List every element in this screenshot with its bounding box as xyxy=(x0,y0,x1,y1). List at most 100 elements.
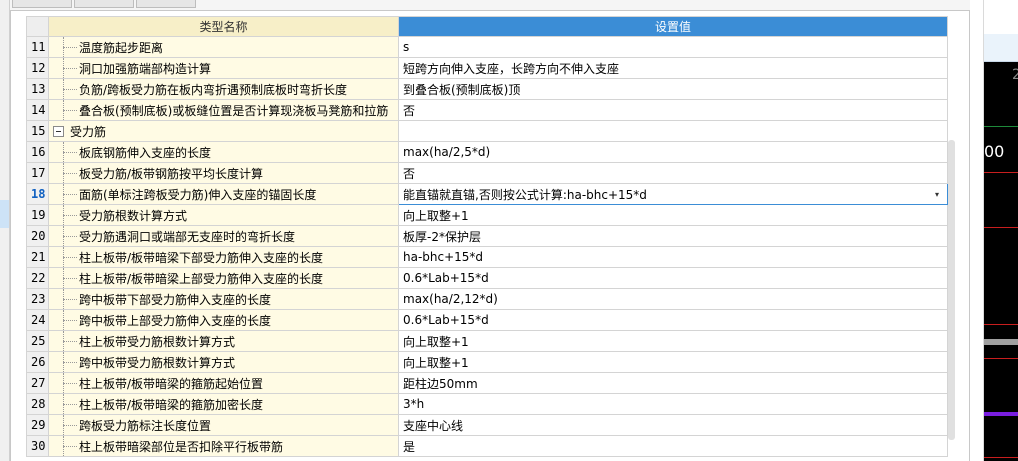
row-name-cell[interactable]: 跨中板带上部受力筋伸入支座的长度 xyxy=(48,309,399,331)
vertical-scrollbar[interactable] xyxy=(948,140,955,440)
table-row[interactable]: 27 柱上板带/板带暗梁的箍筋起始位置 距柱边50mm xyxy=(26,372,948,394)
table-row[interactable]: 12 洞口加强筋端部构造计算 短跨方向伸入支座，长跨方向不伸入支座 xyxy=(26,57,948,79)
setting-value: 距柱边50mm xyxy=(403,376,478,391)
setting-value-select[interactable]: 能直锚就直锚,否则按公式计算:ha-bhc+15*d xyxy=(403,186,647,203)
row-name-cell[interactable]: 跨中板带受力筋根数计算方式 xyxy=(48,351,399,373)
tree-connector xyxy=(50,142,80,162)
table-row[interactable]: 19 受力筋根数计算方式 向上取整+1 xyxy=(26,204,948,226)
canvas-line xyxy=(984,324,1018,325)
row-name-cell[interactable]: 柱上板带受力筋根数计算方式 xyxy=(48,330,399,352)
drawing-canvas[interactable]: 2 00 xyxy=(984,62,1018,461)
row-name-cell[interactable]: 受力筋 xyxy=(48,120,399,142)
table-row[interactable]: 28 柱上板带/板带暗梁的箍筋加密长度 3*h xyxy=(26,393,948,415)
row-value-cell[interactable] xyxy=(398,120,948,142)
setting-value: 0.6*Lab+15*d xyxy=(403,271,489,285)
table-row[interactable]: 20 受力筋遇洞口或端部无支座时的弯折长度 板厚-2*保护层 xyxy=(26,225,948,247)
table-row[interactable]: 21 柱上板带/板带暗梁下部受力筋伸入支座的长度 ha-bhc+15*d xyxy=(26,246,948,268)
row-name-cell[interactable]: 受力筋遇洞口或端部无支座时的弯折长度 xyxy=(48,225,399,247)
table-row[interactable]: 16 板底钢筋伸入支座的长度 max(ha/2,5*d) xyxy=(26,141,948,163)
row-value-cell[interactable]: 否 xyxy=(398,162,948,184)
table-row[interactable]: 11 温度筋起步距离 s xyxy=(26,36,948,58)
setting-label: 洞口加强筋端部构造计算 xyxy=(79,61,212,76)
row-name-cell[interactable]: 柱上板带/板带暗梁下部受力筋伸入支座的长度 xyxy=(48,246,399,268)
row-name-cell[interactable]: 受力筋根数计算方式 xyxy=(48,204,399,226)
table-row[interactable]: 17 板受力筋/板带钢筋按平均长度计算 否 xyxy=(26,162,948,184)
row-value-cell[interactable]: max(ha/2,5*d) xyxy=(398,141,948,163)
row-name-cell[interactable]: 柱上板带/板带暗梁上部受力筋伸入支座的长度 xyxy=(48,267,399,289)
tab-2[interactable] xyxy=(74,0,134,8)
table-row[interactable]: 18 面筋(单标注跨板受力筋)伸入支座的锚固长度 能直锚就直锚,否则按公式计算:ha… xyxy=(26,183,948,205)
row-value-cell[interactable]: 距柱边50mm xyxy=(398,372,948,394)
setting-value: s xyxy=(403,40,410,54)
setting-label: 叠合板(预制底板)或板缝位置是否计算现浇板马凳筋和拉筋 xyxy=(79,103,389,118)
canvas-side-label: 00 xyxy=(984,142,1005,161)
table-row[interactable]: 23 跨中板带下部受力筋伸入支座的长度 max(ha/2,12*d) xyxy=(26,288,948,310)
tree-connector xyxy=(50,184,80,204)
table-row[interactable]: 13 负筋/跨板受力筋在板内弯折遇预制底板时弯折长度 到叠合板(预制底板)顶 xyxy=(26,78,948,100)
row-number: 19 xyxy=(26,204,49,226)
table-row[interactable]: 26 跨中板带受力筋根数计算方式 向上取整+1 xyxy=(26,351,948,373)
row-value-cell[interactable]: 向上取整+1 xyxy=(398,204,948,226)
tree-connector xyxy=(50,352,80,372)
setting-value: 到叠合板(预制底板)顶 xyxy=(403,82,521,97)
row-name-cell[interactable]: 板受力筋/板带钢筋按平均长度计算 xyxy=(48,162,399,184)
row-number: 11 xyxy=(26,36,49,58)
header-value-cell[interactable]: 设置值 xyxy=(398,16,948,37)
setting-label: 负筋/跨板受力筋在板内弯折遇预制底板时弯折长度 xyxy=(79,82,348,97)
canvas-line xyxy=(984,172,1018,173)
table-row[interactable]: 30 柱上板带暗梁部位是否扣除平行板带筋 是 xyxy=(26,435,948,457)
header-index-cell xyxy=(26,16,49,37)
row-value-cell[interactable]: 到叠合板(预制底板)顶 xyxy=(398,78,948,100)
row-name-cell[interactable]: 跨板受力筋标注长度位置 xyxy=(48,414,399,436)
row-value-cell[interactable]: 短跨方向伸入支座，长跨方向不伸入支座 xyxy=(398,57,948,79)
setting-label: 跨板受力筋标注长度位置 xyxy=(79,418,212,433)
row-number: 14 xyxy=(26,99,49,121)
setting-value: 3*h xyxy=(403,397,425,411)
tree-connector xyxy=(50,436,80,456)
row-value-cell[interactable]: 是 xyxy=(398,435,948,457)
table-row[interactable]: 25 柱上板带受力筋根数计算方式 向上取整+1 xyxy=(26,330,948,352)
chevron-down-icon[interactable]: ▾ xyxy=(935,190,939,199)
canvas-line xyxy=(984,227,1018,228)
row-value-cell[interactable]: 否 xyxy=(398,99,948,121)
row-name-cell[interactable]: 负筋/跨板受力筋在板内弯折遇预制底板时弯折长度 xyxy=(48,78,399,100)
row-value-cell[interactable]: 能直锚就直锚,否则按公式计算:ha-bhc+15*d ▾ xyxy=(398,183,948,205)
row-name-cell[interactable]: 柱上板带/板带暗梁的箍筋起始位置 xyxy=(48,372,399,394)
row-number: 21 xyxy=(26,246,49,268)
row-value-cell[interactable]: 向上取整+1 xyxy=(398,330,948,352)
setting-label: 面筋(单标注跨板受力筋)伸入支座的锚固长度 xyxy=(79,187,317,202)
row-name-cell[interactable]: 温度筋起步距离 xyxy=(48,36,399,58)
collapse-icon[interactable] xyxy=(53,125,64,137)
row-name-cell[interactable]: 面筋(单标注跨板受力筋)伸入支座的锚固长度 xyxy=(48,183,399,205)
row-value-cell[interactable]: ha-bhc+15*d xyxy=(398,246,948,268)
row-name-cell[interactable]: 叠合板(预制底板)或板缝位置是否计算现浇板马凳筋和拉筋 xyxy=(48,99,399,121)
row-name-cell[interactable]: 柱上板带暗梁部位是否扣除平行板带筋 xyxy=(48,435,399,457)
row-value-cell[interactable]: 0.6*Lab+15*d xyxy=(398,267,948,289)
row-value-cell[interactable]: 3*h xyxy=(398,393,948,415)
row-name-cell[interactable]: 柱上板带/板带暗梁的箍筋加密长度 xyxy=(48,393,399,415)
row-value-cell[interactable]: max(ha/2,12*d) xyxy=(398,288,948,310)
row-value-cell[interactable]: 向上取整+1 xyxy=(398,351,948,373)
row-number: 16 xyxy=(26,141,49,163)
tab-3[interactable] xyxy=(136,0,196,8)
setting-label: 柱上板带/板带暗梁的箍筋起始位置 xyxy=(79,376,264,391)
row-value-cell[interactable]: 0.6*Lab+15*d xyxy=(398,309,948,331)
row-value-cell[interactable]: s xyxy=(398,36,948,58)
row-name-cell[interactable]: 跨中板带下部受力筋伸入支座的长度 xyxy=(48,288,399,310)
table-row[interactable]: 24 跨中板带上部受力筋伸入支座的长度 0.6*Lab+15*d xyxy=(26,309,948,331)
setting-value: 向上取整+1 xyxy=(403,334,469,349)
setting-label: 跨中板带下部受力筋伸入支座的长度 xyxy=(79,292,272,307)
tab-1[interactable] xyxy=(12,0,72,8)
right-drawing-pane: 2 00 xyxy=(970,0,1018,461)
header-name-cell[interactable]: 类型名称 xyxy=(48,16,399,37)
group-row[interactable]: 15 受力筋 xyxy=(26,120,948,142)
row-number: 27 xyxy=(26,372,49,394)
table-row[interactable]: 29 跨板受力筋标注长度位置 支座中心线 xyxy=(26,414,948,436)
table-row[interactable]: 14 叠合板(预制底板)或板缝位置是否计算现浇板马凳筋和拉筋否 xyxy=(26,99,948,121)
row-value-cell[interactable]: 板厚-2*保护层 xyxy=(398,225,948,247)
row-name-cell[interactable]: 洞口加强筋端部构造计算 xyxy=(48,57,399,79)
row-name-cell[interactable]: 板底钢筋伸入支座的长度 xyxy=(48,141,399,163)
tree-connector xyxy=(50,100,80,120)
table-row[interactable]: 22 柱上板带/板带暗梁上部受力筋伸入支座的长度 0.6*Lab+15*d xyxy=(26,267,948,289)
row-value-cell[interactable]: 支座中心线 xyxy=(398,414,948,436)
